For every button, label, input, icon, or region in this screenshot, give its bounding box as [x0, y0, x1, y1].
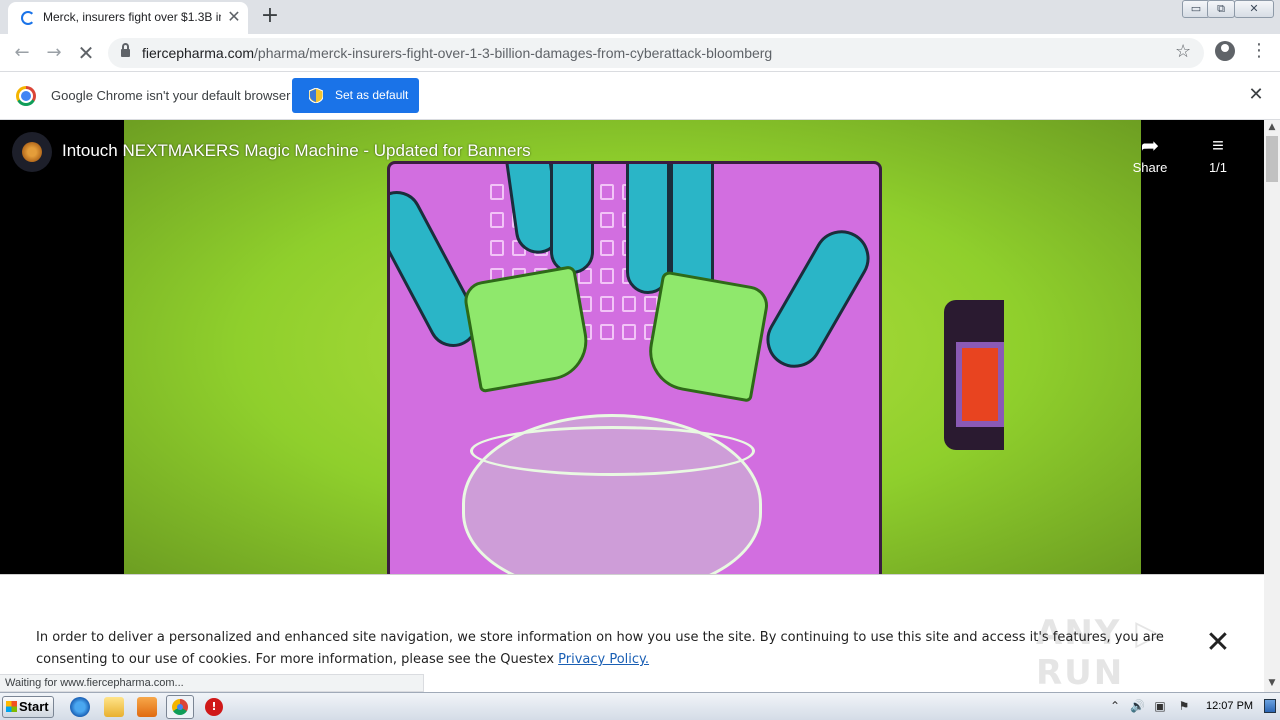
url-path: /pharma/merck-insurers-fight-over-1-3-bi…	[254, 45, 773, 61]
tray-clock[interactable]: 12:07 PM	[1206, 700, 1253, 712]
url-text[interactable]: fiercepharma.com/pharma/merck-insurers-f…	[142, 45, 772, 61]
profile-avatar-icon[interactable]	[1215, 41, 1235, 61]
playlist-icon: ≡	[1212, 135, 1224, 157]
grid-cell	[490, 212, 504, 228]
chrome-icon	[172, 699, 188, 715]
chrome-logo-icon	[16, 86, 36, 106]
grid-cell	[490, 184, 504, 200]
grid-cell	[600, 296, 614, 312]
chrome-taskbar-button[interactable]	[166, 695, 194, 719]
window-minimize-button[interactable]: ▭	[1182, 0, 1210, 18]
stop-loading-button[interactable]: ✕	[74, 41, 98, 65]
grid-cell	[600, 212, 614, 228]
video-frame[interactable]	[124, 120, 1141, 574]
window-close-button[interactable]: ✕	[1234, 0, 1274, 18]
uac-shield-icon	[309, 88, 323, 103]
tab-strip: Merck, insurers fight over $1.3B in d ✕ …	[0, 0, 1280, 34]
bookmark-star-icon[interactable]: ☆	[1175, 41, 1191, 62]
network-icon[interactable]: ▣	[1153, 699, 1167, 713]
scroll-up-arrow-icon[interactable]: ▲	[1264, 120, 1280, 134]
privacy-policy-link[interactable]: Privacy Policy.	[558, 652, 649, 667]
cookie-message: In order to deliver a personalized and e…	[36, 627, 1186, 671]
tray-expand-icon[interactable]: ⌃	[1108, 699, 1122, 713]
windows-taskbar: Start ! ⌃ 🔊 ▣ ⚑ 12:07 PM	[0, 692, 1280, 720]
forward-button[interactable]: →	[42, 41, 66, 65]
share-icon: ➦	[1140, 133, 1160, 158]
stop-sign-icon[interactable]: !	[205, 698, 223, 716]
internet-explorer-icon[interactable]	[70, 697, 90, 717]
url-domain: fiercepharma.com	[142, 45, 255, 61]
file-explorer-icon[interactable]	[104, 697, 124, 717]
playlist-count: 1/1	[1208, 160, 1228, 175]
broken-shard	[461, 264, 594, 394]
address-bar[interactable]: fiercepharma.com/pharma/merck-insurers-f…	[108, 38, 1204, 68]
new-tab-button[interactable]: +	[258, 5, 282, 29]
embedded-video-player[interactable]: Intouch NEXTMAKERS Magic Machine - Updat…	[0, 120, 1264, 574]
channel-avatar[interactable]	[12, 132, 52, 172]
cookie-close-icon[interactable]: ✕	[1204, 628, 1232, 658]
start-button[interactable]: Start	[2, 696, 54, 718]
video-machine-illustration	[387, 161, 882, 574]
lock-icon[interactable]	[121, 43, 130, 58]
broken-shard	[642, 270, 772, 403]
set-as-default-label: Set as default	[335, 88, 409, 102]
grid-cell	[600, 184, 614, 200]
share-label: Share	[1132, 160, 1168, 175]
browser-toolbar: ← → ✕ fiercepharma.com/pharma/merck-insu…	[0, 34, 1280, 72]
set-as-default-button[interactable]: Set as default	[292, 78, 419, 113]
tab-active[interactable]: Merck, insurers fight over $1.3B in d ✕	[8, 2, 248, 34]
tab-title: Merck, insurers fight over $1.3B in d	[43, 10, 221, 24]
grid-cell	[600, 324, 614, 340]
start-label: Start	[19, 699, 49, 714]
playlist-button[interactable]: ≡ 1/1	[1200, 132, 1236, 182]
video-title[interactable]: Intouch NEXTMAKERS Magic Machine - Updat…	[62, 141, 531, 161]
infobar-message: Google Chrome isn't your default browser	[51, 88, 291, 103]
glass-bowl-rim	[470, 426, 755, 476]
grid-cell	[600, 268, 614, 284]
loading-spinner-icon	[21, 11, 35, 25]
page-scrollbar[interactable]: ▲ ▼	[1264, 120, 1280, 692]
browser-menu-icon[interactable]: ⋮	[1250, 40, 1268, 61]
system-tray: ⌃ 🔊 ▣ ⚑ 12:07 PM	[1104, 695, 1280, 719]
share-button[interactable]: ➦ Share	[1128, 132, 1172, 182]
grid-cell	[490, 240, 504, 256]
grid-cell	[622, 296, 636, 312]
machine-side-screen	[956, 342, 1004, 427]
tab-close-icon[interactable]: ✕	[224, 7, 244, 27]
action-center-flag-icon[interactable]: ⚑	[1177, 699, 1191, 713]
back-button[interactable]: ←	[10, 41, 34, 65]
windows-logo-icon	[6, 701, 17, 712]
hand-finger	[756, 220, 879, 378]
window-maximize-button[interactable]: ⧉	[1207, 0, 1235, 18]
status-bubble: Waiting for www.fiercepharma.com...	[0, 674, 424, 692]
default-browser-infobar: Google Chrome isn't your default browser…	[0, 72, 1280, 120]
media-player-icon[interactable]	[137, 697, 157, 717]
hand-finger	[550, 164, 594, 274]
grid-cell	[622, 324, 636, 340]
grid-cell	[600, 240, 614, 256]
scroll-thumb[interactable]	[1266, 136, 1278, 182]
scroll-down-arrow-icon[interactable]: ▼	[1264, 676, 1280, 690]
volume-icon[interactable]: 🔊	[1130, 699, 1145, 713]
show-desktop-icon[interactable]	[1264, 699, 1276, 713]
infobar-close-icon[interactable]: ✕	[1246, 85, 1266, 105]
